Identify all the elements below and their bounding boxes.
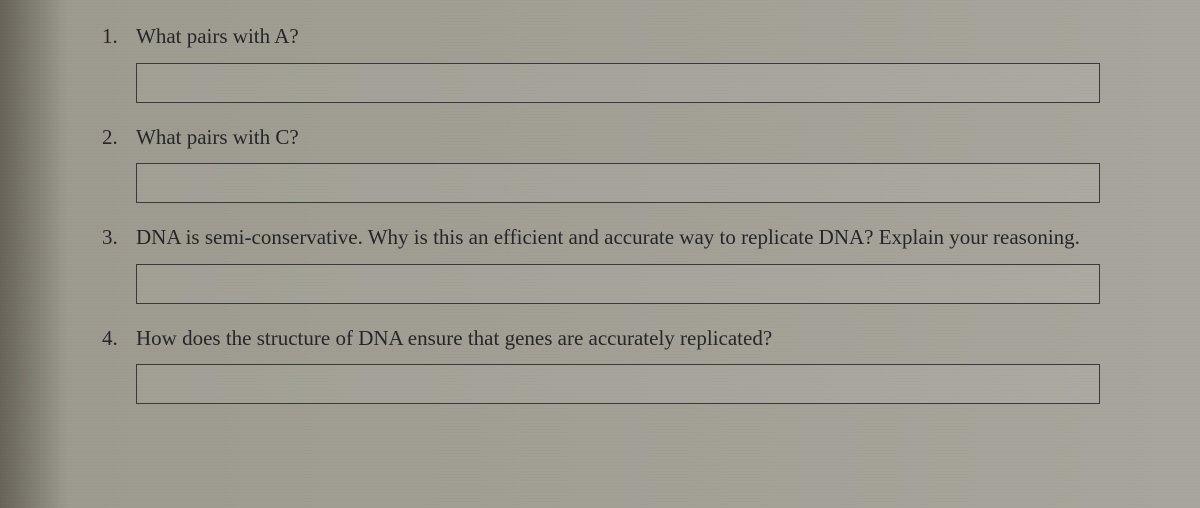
question-number: 4. xyxy=(100,322,136,355)
question-number: 2. xyxy=(100,121,136,154)
question-prompt: 2. What pairs with C? xyxy=(100,121,1100,154)
question-block: 1. What pairs with A? xyxy=(100,20,1100,103)
question-number: 1. xyxy=(100,20,136,53)
question-prompt: 4. How does the structure of DNA ensure … xyxy=(100,322,1100,355)
answer-input[interactable] xyxy=(136,163,1100,203)
question-block: 4. How does the structure of DNA ensure … xyxy=(100,322,1100,405)
question-text: DNA is semi-conservative. Why is this an… xyxy=(136,221,1100,254)
question-text: What pairs with C? xyxy=(136,121,1100,154)
worksheet-page: 1. What pairs with A? 2. What pairs with… xyxy=(0,0,1200,442)
question-block: 2. What pairs with C? xyxy=(100,121,1100,204)
question-number: 3. xyxy=(100,221,136,254)
question-block: 3. DNA is semi-conservative. Why is this… xyxy=(100,221,1100,304)
answer-input[interactable] xyxy=(136,63,1100,103)
answer-input[interactable] xyxy=(136,264,1100,304)
question-text: What pairs with A? xyxy=(136,20,1100,53)
question-prompt: 1. What pairs with A? xyxy=(100,20,1100,53)
question-prompt: 3. DNA is semi-conservative. Why is this… xyxy=(100,221,1100,254)
answer-input[interactable] xyxy=(136,364,1100,404)
question-text: How does the structure of DNA ensure tha… xyxy=(136,322,1100,355)
